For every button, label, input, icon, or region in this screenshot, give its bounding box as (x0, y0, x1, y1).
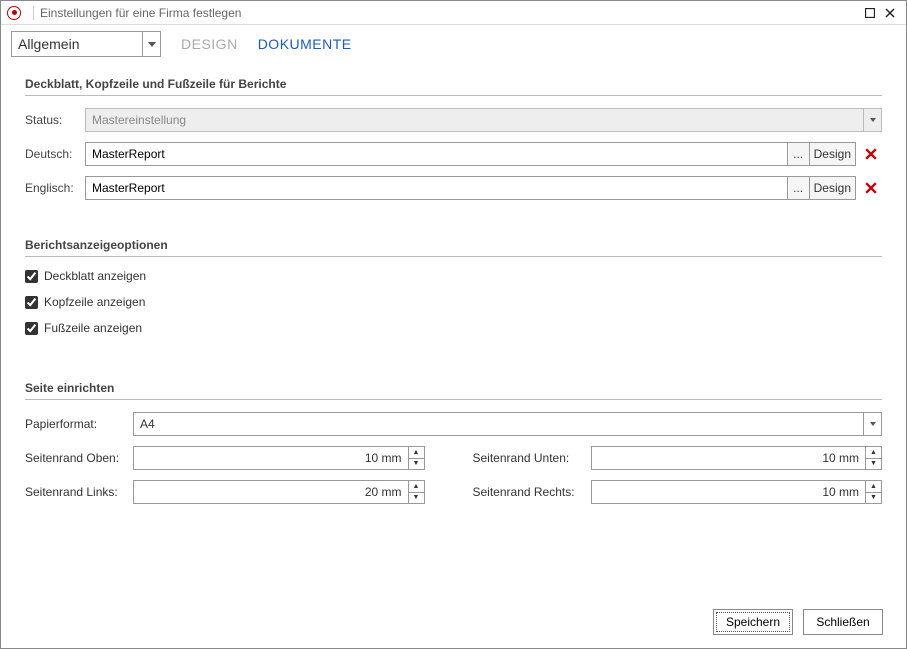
papierformat-select[interactable]: A4 (133, 412, 882, 436)
margin-left-spinner[interactable]: 20 mm ▲▼ (133, 480, 425, 504)
window-title: Einstellungen für eine Firma festlegen (40, 6, 241, 20)
kopfzeile-checkbox[interactable] (25, 296, 38, 309)
englisch-design-button[interactable]: Design (809, 177, 855, 199)
papierformat-select-button[interactable] (863, 413, 881, 435)
margin-right-label: Seitenrand Rechts: (473, 485, 591, 499)
fusszeile-checkbox-row[interactable]: Fußzeile anzeigen (25, 321, 882, 335)
margin-left-up[interactable]: ▲ (409, 481, 424, 493)
status-value: Mastereinstellung (86, 113, 863, 127)
kopfzeile-checkbox-row[interactable]: Kopfzeile anzeigen (25, 295, 882, 309)
deutsch-delete-button[interactable] (860, 142, 882, 166)
englisch-label: Englisch: (25, 181, 85, 195)
close-icon (865, 182, 877, 194)
papierformat-value: A4 (134, 417, 863, 431)
deckblatt-label: Deckblatt anzeigen (44, 269, 146, 283)
margin-bottom-value: 10 mm (592, 451, 866, 465)
status-select-button (863, 109, 881, 131)
margin-bottom-label: Seitenrand Unten: (473, 451, 591, 465)
fusszeile-checkbox[interactable] (25, 322, 38, 335)
chevron-down-icon (870, 422, 876, 426)
deckblatt-checkbox-row[interactable]: Deckblatt anzeigen (25, 269, 882, 283)
deutsch-input[interactable] (86, 143, 787, 165)
margin-right-up[interactable]: ▲ (866, 481, 881, 493)
section-title-page-setup: Seite einrichten (25, 381, 882, 395)
margin-left-down[interactable]: ▼ (409, 493, 424, 504)
close-dialog-button[interactable]: Schließen (803, 609, 883, 635)
margin-bottom-spinner[interactable]: 10 mm ▲▼ (591, 446, 883, 470)
title-bar: Einstellungen für eine Firma festlegen (1, 1, 906, 25)
scope-select[interactable]: Allgemein (11, 31, 161, 57)
margin-left-label: Seitenrand Links: (25, 485, 133, 499)
margin-top-down[interactable]: ▼ (409, 459, 424, 470)
margin-right-value: 10 mm (592, 485, 866, 499)
margin-bottom-up[interactable]: ▲ (866, 447, 881, 459)
save-button[interactable]: Speichern (713, 609, 793, 635)
margin-bottom-down[interactable]: ▼ (866, 459, 881, 470)
section-divider (25, 399, 882, 400)
status-select: Mastereinstellung (85, 108, 882, 132)
englisch-field[interactable]: ... Design (85, 176, 856, 200)
close-button[interactable] (880, 4, 900, 22)
footer: Speichern Schließen (713, 609, 883, 635)
tab-design[interactable]: DESIGN (181, 36, 238, 52)
englisch-delete-button[interactable] (860, 176, 882, 200)
section-title-reports: Deckblatt, Kopfzeile und Fußzeile für Be… (25, 77, 882, 91)
close-icon (865, 148, 877, 160)
deutsch-browse-button[interactable]: ... (787, 143, 809, 165)
section-title-display: Berichtsanzeigeoptionen (25, 238, 882, 252)
deutsch-field[interactable]: ... Design (85, 142, 856, 166)
margin-left-value: 20 mm (134, 485, 408, 499)
chevron-down-icon (870, 118, 876, 122)
scope-select-button[interactable] (142, 32, 160, 56)
top-toolbar: Allgemein DESIGN DOKUMENTE (1, 25, 906, 67)
margin-top-value: 10 mm (134, 451, 408, 465)
kopfzeile-label: Kopfzeile anzeigen (44, 295, 145, 309)
margin-top-spinner[interactable]: 10 mm ▲▼ (133, 446, 425, 470)
app-icon (7, 6, 21, 20)
papierformat-label: Papierformat: (25, 417, 133, 431)
deutsch-label: Deutsch: (25, 147, 85, 161)
margin-right-down[interactable]: ▼ (866, 493, 881, 504)
section-divider (25, 256, 882, 257)
englisch-input[interactable] (86, 177, 787, 199)
fusszeile-label: Fußzeile anzeigen (44, 321, 142, 335)
englisch-browse-button[interactable]: ... (787, 177, 809, 199)
scope-select-value: Allgemein (12, 36, 142, 52)
margin-top-label: Seitenrand Oben: (25, 451, 133, 465)
titlebar-separator (33, 6, 34, 20)
status-label: Status: (25, 113, 85, 127)
chevron-down-icon (148, 42, 156, 47)
maximize-button[interactable] (860, 4, 880, 22)
deutsch-design-button[interactable]: Design (809, 143, 855, 165)
margin-right-spinner[interactable]: 10 mm ▲▼ (591, 480, 883, 504)
tab-dokumente[interactable]: DOKUMENTE (258, 36, 352, 52)
margin-top-up[interactable]: ▲ (409, 447, 424, 459)
section-divider (25, 95, 882, 96)
deckblatt-checkbox[interactable] (25, 270, 38, 283)
